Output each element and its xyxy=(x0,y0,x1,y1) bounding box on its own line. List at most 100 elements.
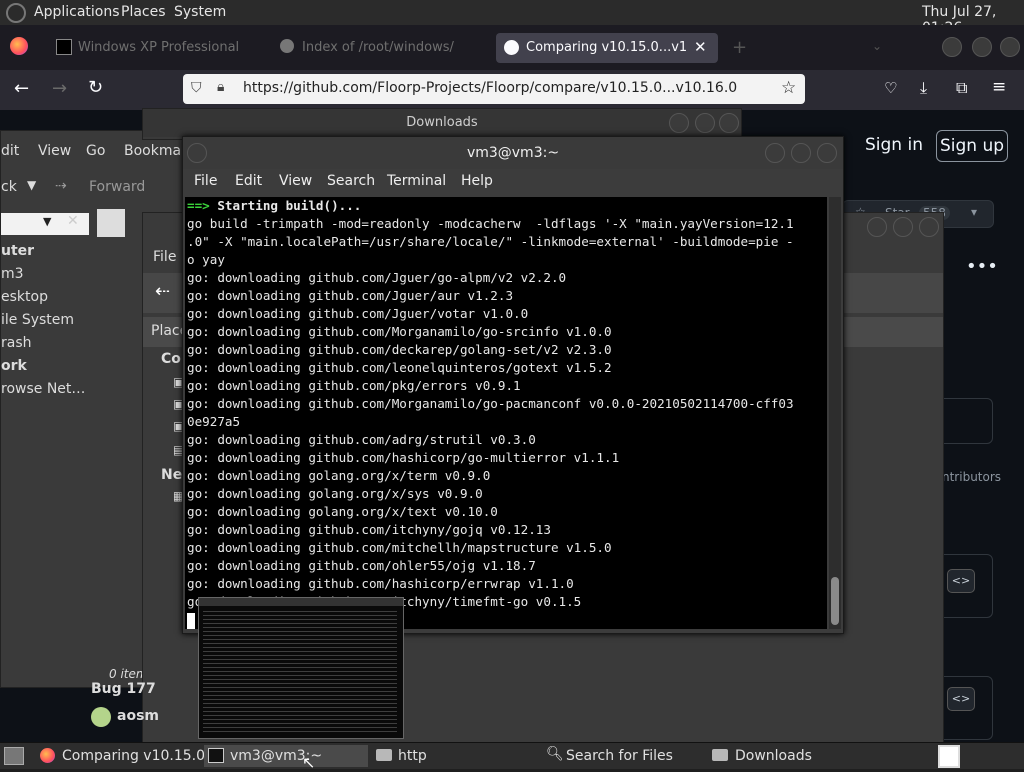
maximize-icon[interactable] xyxy=(695,113,715,133)
file-manager-toolbar: ck ▼ ⇢ Forward xyxy=(1,173,185,203)
firefox-icon[interactable] xyxy=(10,37,28,55)
reload-icon[interactable]: ↻ xyxy=(88,77,103,98)
code-icon[interactable]: <> xyxy=(947,569,975,593)
minimize-icon[interactable] xyxy=(942,37,962,57)
downloads-icon[interactable]: ⤓ xyxy=(920,78,927,98)
url-text[interactable]: https://github.com/Floorp-Projects/Floor… xyxy=(243,80,737,96)
terminal-line: go: downloading golang.org/x/sys v0.9.0 xyxy=(187,486,483,501)
menu-view[interactable]: View xyxy=(38,143,71,159)
sign-in-link[interactable]: Sign in xyxy=(858,130,930,160)
close-window-icon[interactable] xyxy=(1000,37,1020,57)
dropdown-arrow-icon[interactable]: ▼ xyxy=(43,215,51,228)
shield-icon[interactable]: ⛉ xyxy=(191,80,202,96)
menu-help[interactable]: Help xyxy=(461,173,493,189)
menu-edit[interactable]: Edit xyxy=(235,173,262,189)
bookmark-star-icon[interactable]: ☆ xyxy=(781,78,796,98)
applications-menu[interactable]: Applications xyxy=(34,4,120,20)
sidebar-item-computer[interactable]: uter xyxy=(1,243,34,259)
scrollbar-thumb[interactable] xyxy=(831,577,839,625)
terminal-line: go: downloading github.com/hashicorp/err… xyxy=(187,576,574,591)
minimize-icon[interactable] xyxy=(669,113,689,133)
contributors-label: ntributors xyxy=(942,470,1002,484)
close-window-icon[interactable] xyxy=(719,113,739,133)
back-button[interactable]: ck xyxy=(1,179,17,195)
sidebar-item-trash[interactable]: rash xyxy=(1,335,32,351)
back-arrow-icon[interactable]: ← xyxy=(14,78,29,99)
list-tabs-icon[interactable]: ⌄ xyxy=(872,39,882,53)
thumbnail-menubar xyxy=(199,598,403,606)
terminal-output[interactable]: ==> Starting build()... go build -trimpa… xyxy=(185,197,827,629)
lock-icon[interactable]: 🔒︎ xyxy=(217,79,224,95)
prompt-arrow: ==> xyxy=(187,198,210,213)
window-thumbnail-preview[interactable] xyxy=(198,597,404,739)
taskbar-item-http[interactable]: http xyxy=(372,745,542,767)
notes-icon xyxy=(97,209,125,237)
taskbar-item-terminal[interactable]: vm3@vm3:~ xyxy=(204,745,368,767)
pocket-icon[interactable]: ♡ xyxy=(884,79,897,97)
terminal-line: go: downloading golang.org/x/term v0.9.0 xyxy=(187,468,491,483)
forward-icon[interactable]: ⇢ xyxy=(55,178,67,194)
menu-terminal[interactable]: Terminal xyxy=(387,173,446,189)
close-window-icon[interactable] xyxy=(919,217,939,237)
terminal-line: go: downloading github.com/Morganamilo/g… xyxy=(187,396,794,411)
output-lines: go build -trimpath -mod=readonly -modcac… xyxy=(187,215,827,611)
taskbar-item-firefox[interactable]: Comparing v10.15.0… xyxy=(36,745,219,767)
close-tab-icon[interactable]: ✕ xyxy=(694,38,707,56)
commit-box-2: <> xyxy=(936,676,993,740)
sidebar-item-browse-network[interactable]: rowse Net… xyxy=(1,381,85,397)
maximize-icon[interactable] xyxy=(972,37,992,57)
close-sidebar-icon[interactable]: ✕ xyxy=(67,213,79,229)
menu-file[interactable]: File xyxy=(153,249,176,265)
places-menu[interactable]: Places xyxy=(121,4,166,20)
terminal-line: go: downloading github.com/adrg/strutil … xyxy=(187,432,536,447)
tab-label: Index of /root/windows/ xyxy=(302,40,454,55)
menu-edit[interactable]: dit xyxy=(1,143,19,159)
forward-button[interactable]: Forward xyxy=(89,179,145,195)
back-arrow-icon[interactable]: ⇠ xyxy=(155,281,170,302)
system-menu[interactable]: System xyxy=(174,4,226,20)
sign-up-button[interactable]: Sign up xyxy=(936,130,1008,162)
sidebar-item-desktop[interactable]: esktop xyxy=(1,289,48,305)
sidebar-item-file-system[interactable]: ile System xyxy=(1,312,74,328)
firefox-tabbar: Windows XP Professional Index of /root/w… xyxy=(0,25,1024,70)
more-options-icon[interactable]: ••• xyxy=(966,256,998,277)
minimize-icon[interactable] xyxy=(765,143,785,163)
new-tab-icon[interactable]: + xyxy=(732,37,747,58)
show-desktop-icon[interactable] xyxy=(4,747,24,765)
workspace-switcher-icon[interactable] xyxy=(938,745,960,768)
menu-search[interactable]: Search xyxy=(327,173,375,189)
terminal-line: go: downloading github.com/leonelquinter… xyxy=(187,360,612,375)
terminal-line: go: downloading github.com/pkg/errors v0… xyxy=(187,378,521,393)
terminal-line: go: downloading github.com/ohler55/ojg v… xyxy=(187,558,536,573)
tab-comparing[interactable]: Comparing v10.15.0...v10.16 ✕ xyxy=(496,33,718,63)
tab-windows-xp[interactable]: Windows XP Professional xyxy=(50,33,260,63)
taskbar-label: http xyxy=(398,748,427,764)
menu-go[interactable]: Go xyxy=(86,143,105,159)
extensions-icon[interactable]: ⧉ xyxy=(956,78,967,98)
taskbar-label: Search for Files xyxy=(566,748,673,764)
hamburger-menu-icon[interactable]: ≡ xyxy=(992,77,1006,97)
terminal-scrollbar[interactable] xyxy=(829,197,841,629)
chevron-down-icon[interactable]: ▾ xyxy=(971,205,977,219)
terminal-window: vm3@vm3:~ File Edit View Search Terminal… xyxy=(182,136,844,634)
downloads-title: Downloads xyxy=(143,109,741,137)
forward-arrow-icon[interactable]: → xyxy=(52,78,67,99)
sidebar-item-vm3[interactable]: m3 xyxy=(1,266,24,282)
maximize-icon[interactable] xyxy=(893,217,913,237)
code-icon[interactable]: <> xyxy=(947,687,975,711)
dropdown-arrow-icon[interactable]: ▼ xyxy=(27,178,36,192)
terminal-line: go: downloading github.com/Jguer/votar v… xyxy=(187,306,529,321)
close-window-icon[interactable] xyxy=(817,143,837,163)
taskbar-item-downloads[interactable]: Downloads xyxy=(708,745,908,767)
taskbar-item-search[interactable]: 🔍︎ Search for Files xyxy=(542,745,706,767)
thumbnail-text xyxy=(203,608,397,734)
tab-index-root-windows[interactable]: Index of /root/windows/ xyxy=(274,33,474,63)
minimize-icon[interactable] xyxy=(867,217,887,237)
menu-file[interactable]: File xyxy=(194,173,217,189)
maximize-icon[interactable] xyxy=(791,143,811,163)
menu-view[interactable]: View xyxy=(279,173,312,189)
url-bar[interactable]: ⛉ 🔒︎ https://github.com/Floorp-Projects/… xyxy=(183,74,805,104)
window-menu-icon[interactable] xyxy=(187,143,207,163)
distro-logo-icon[interactable] xyxy=(6,3,26,23)
sidebar-item-network[interactable]: ork xyxy=(1,358,27,374)
